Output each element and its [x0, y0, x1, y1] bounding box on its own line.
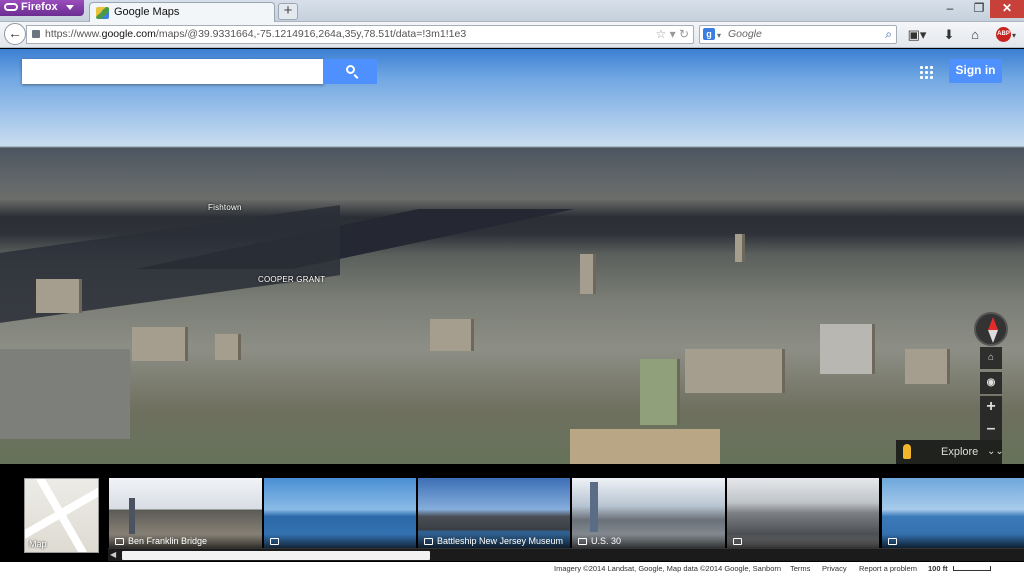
search-magnifier-icon[interactable]: ⌕ [885, 26, 892, 43]
firefox-logo-icon [4, 3, 18, 11]
search-icon [345, 65, 355, 74]
maps-search-input[interactable] [22, 59, 324, 84]
search-engine-icon[interactable]: g [703, 28, 715, 40]
sign-in-button[interactable]: Sign in [949, 59, 1002, 83]
map-footer: Imagery ©2014 Landsat, Google, Map data … [0, 562, 1024, 576]
search-placeholder: Google [728, 28, 762, 40]
building [36, 279, 82, 313]
back-arrow-icon: ← [8, 25, 22, 41]
zoom-out-button[interactable]: – [980, 418, 1002, 440]
photo-icon [115, 538, 124, 545]
home-icon[interactable]: ⌂ [963, 25, 987, 44]
google-maps-favicon-icon [96, 7, 109, 19]
explore-bar[interactable]: Explore ⌄⌄ [896, 440, 1004, 464]
chevron-down-icon[interactable]: ▾ [717, 27, 721, 44]
close-window-button[interactable]: ✕ [990, 0, 1024, 18]
url-bar[interactable]: https://www.google.com/maps/@39.9331664,… [26, 25, 694, 44]
reload-icon[interactable]: ↻ [679, 27, 689, 41]
browser-search-field[interactable]: g ▾ Google ⌕ [699, 25, 897, 44]
place-label[interactable]: Fishtown [208, 203, 242, 212]
photo-thumbnail[interactable] [882, 478, 1024, 548]
scale-label[interactable]: 100 ft [928, 562, 948, 576]
chevron-down-icon[interactable]: ⌄⌄ [987, 440, 1004, 464]
download-icon[interactable]: ⬇ [937, 25, 961, 44]
dropdown-icon[interactable]: ▾ [670, 27, 676, 41]
building [905, 349, 950, 384]
firefox-menu-button[interactable]: Firefox [0, 0, 84, 16]
new-tab-button[interactable]: + [278, 3, 298, 20]
photo-thumbnail[interactable] [727, 478, 879, 548]
building [685, 349, 785, 393]
panorama-icon [888, 538, 897, 545]
map-3d-view[interactable]: Fishtown COOPER GRANT Sign in ⌂ ◉ + – Ex… [0, 49, 1024, 464]
explore-label: Explore [941, 446, 979, 458]
zoom-in-button[interactable]: + [980, 396, 1002, 418]
url-path: /maps/@39.9331664,-75.1214916,264a,35y,7… [155, 28, 467, 40]
parking-lot [0, 349, 130, 439]
chevron-down-icon [66, 5, 74, 10]
building [580, 254, 596, 294]
photo-thumbnail[interactable]: Ben Franklin Bridge [109, 478, 262, 548]
privacy-link[interactable]: Privacy [822, 562, 847, 576]
browser-tabstrip: Firefox Google Maps + – ❐ ✕ [0, 0, 1024, 23]
minimize-button[interactable]: – [935, 0, 965, 18]
building [430, 319, 474, 351]
photo-thumbnail[interactable]: Battleship New Jersey Museum [418, 478, 570, 548]
photo-caption [882, 534, 1024, 548]
map-thumb-label: Map [29, 539, 47, 549]
star-icon[interactable]: ☆ [655, 27, 666, 41]
construction-site [570, 429, 720, 464]
bridge-tower [590, 482, 598, 532]
photo-icon [424, 538, 433, 545]
place-label[interactable]: COOPER GRANT [258, 275, 325, 284]
scroll-left-icon[interactable]: ◀ [110, 549, 116, 561]
tilt-icon[interactable]: ⌂ [980, 347, 1002, 369]
back-button[interactable]: ← [4, 23, 26, 45]
firefox-menu-label: Firefox [21, 1, 58, 13]
photo-caption [727, 534, 879, 548]
lock-icon [32, 30, 40, 38]
url-bar-icons: ☆ ▾ ↻ [655, 26, 689, 43]
photo-icon [733, 538, 742, 545]
pegman-icon[interactable] [903, 444, 911, 459]
bookmarks-icon[interactable]: ▣▾ [905, 25, 929, 44]
imagery-attribution: Imagery ©2014 Landsat, Google, Map data … [554, 564, 782, 573]
tab-title: Google Maps [114, 6, 180, 18]
browser-navbar: ← https://www.google.com/maps/@39.933166… [0, 22, 1024, 48]
photo-thumbnail[interactable] [264, 478, 416, 548]
photo-caption [264, 534, 416, 548]
url-prefix: https://www. [45, 28, 102, 40]
adblock-icon[interactable]: ABP [996, 27, 1011, 42]
building [735, 234, 745, 262]
chevron-down-icon[interactable]: ▾ [1012, 31, 1016, 40]
photo-strip: Map Ben Franklin Bridge Battleship New J… [0, 464, 1024, 576]
photo-strip-scrollbar[interactable]: ◀ [108, 548, 1024, 561]
bridge-tower [129, 498, 135, 534]
compass-icon[interactable] [974, 312, 1008, 346]
building [640, 359, 680, 425]
photo-thumbnail[interactable]: U.S. 30 [572, 478, 725, 548]
tab-google-maps[interactable]: Google Maps [89, 2, 275, 23]
photo-caption: Ben Franklin Bridge [109, 534, 262, 548]
apps-grid-icon[interactable] [919, 65, 933, 79]
report-problem-link[interactable]: Report a problem [859, 562, 917, 576]
my-location-icon[interactable]: ◉ [980, 372, 1002, 394]
photo-caption: Battleship New Jersey Museum [418, 534, 570, 548]
terms-link[interactable]: Terms [790, 562, 810, 576]
building [132, 327, 188, 361]
building [215, 334, 241, 360]
url-domain: google.com [101, 28, 156, 40]
photo-caption: U.S. 30 [572, 534, 725, 548]
building [820, 324, 875, 374]
maps-search-button[interactable] [323, 59, 377, 84]
map-view-toggle[interactable]: Map [24, 478, 99, 553]
scrollbar-thumb[interactable] [122, 551, 430, 560]
scale-bar[interactable] [953, 566, 991, 571]
panorama-icon [578, 538, 587, 545]
panorama-icon [270, 538, 279, 545]
